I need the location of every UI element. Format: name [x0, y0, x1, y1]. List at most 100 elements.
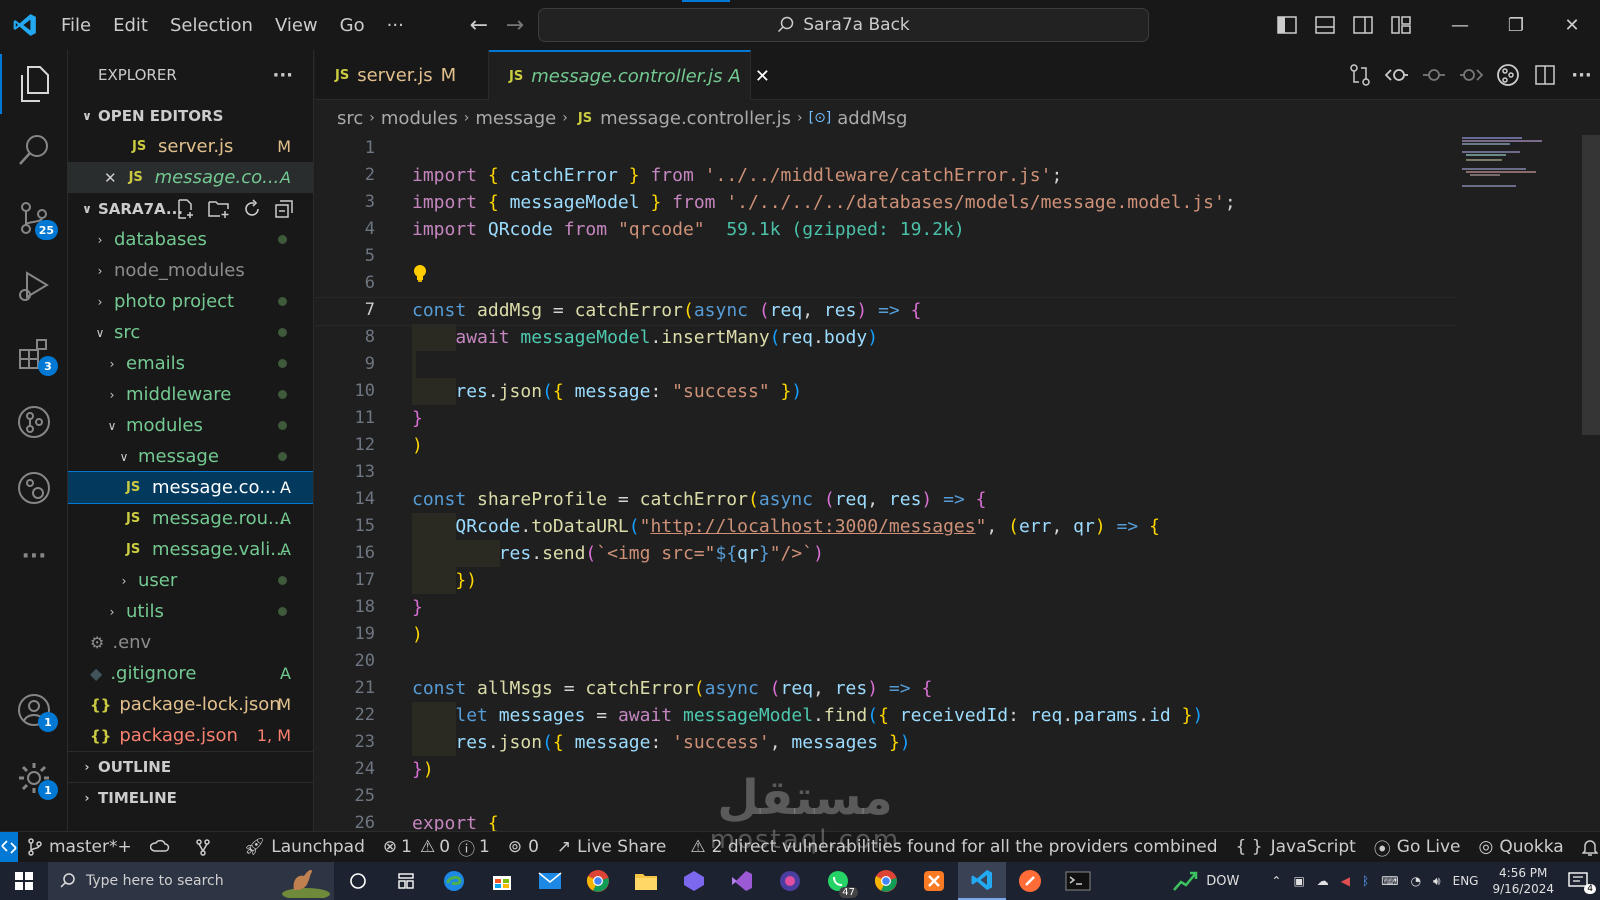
close-window-button[interactable]: ✕ [1544, 0, 1600, 50]
tab-message-controller[interactable]: JS message.controller.js A ✕ [489, 50, 770, 100]
next-revision-icon[interactable] [1452, 50, 1489, 100]
explorer-more-button[interactable]: ··· [272, 65, 293, 86]
commit-icon[interactable] [1415, 50, 1452, 100]
windows-start-icon[interactable] [0, 862, 48, 900]
tree-folder-utils[interactable]: › utils [68, 596, 313, 627]
tree-folder-message[interactable]: ∨ message [68, 441, 313, 472]
settings-gear-icon[interactable]: 1 [0, 748, 68, 808]
microsoft-store-icon[interactable] [478, 862, 526, 900]
toggle-secondary-sidebar-icon[interactable] [1344, 0, 1382, 50]
tab-server-js[interactable]: JS server.js M [315, 50, 489, 100]
app-purple-icon[interactable] [670, 862, 718, 900]
breadcrumb-item[interactable]: message.controller.js [600, 108, 791, 129]
menu-view[interactable]: View [264, 0, 329, 50]
back-arrow-icon[interactable]: ← [461, 13, 497, 38]
wifi-icon[interactable]: ◔ [1405, 874, 1427, 888]
tree-file-message-controller[interactable]: JS message.co... A [68, 471, 313, 504]
open-changes-icon[interactable] [1341, 50, 1378, 100]
gitlens-icon[interactable] [0, 392, 68, 452]
language-mode[interactable]: { } JavaScript [1227, 837, 1365, 857]
toggle-primary-sidebar-icon[interactable] [1268, 0, 1306, 50]
more-views-icon[interactable]: ··· [0, 526, 68, 586]
vulnerabilities-status[interactable]: ⚠ 2 direct vulnerabilities found for all… [681, 837, 1226, 857]
editor-more-actions-icon[interactable]: ··· [1563, 50, 1600, 100]
volume-mute-icon[interactable]: ◀ [1335, 874, 1356, 888]
whatsapp-icon[interactable]: 47 [814, 862, 862, 900]
minimize-button[interactable]: — [1432, 0, 1488, 50]
open-editor-item[interactable]: JS server.js M [68, 131, 313, 162]
git-graph-icon[interactable] [185, 838, 227, 856]
vscode-taskbar-icon[interactable] [958, 862, 1006, 900]
tree-folder-photo-project[interactable]: › photo project [68, 286, 313, 317]
app-visual-studio-icon[interactable] [718, 862, 766, 900]
menu-go[interactable]: Go [329, 0, 376, 50]
restore-button[interactable]: ❐ [1488, 0, 1544, 50]
menu-file[interactable]: File [50, 0, 102, 50]
run-debug-icon[interactable] [0, 256, 68, 316]
code-editor[interactable]: 1 2 3 4 5 6 7 8 9 10 11 12 13 14 15 16 1… [315, 135, 1600, 831]
breadcrumb-item[interactable]: src [337, 108, 363, 129]
source-control-icon[interactable]: 25 [0, 188, 68, 248]
ime-icon[interactable]: ⌨ [1375, 874, 1404, 888]
open-editors-section[interactable]: ∨ OPEN EDITORS [68, 100, 313, 131]
close-tab-icon[interactable]: ✕ [755, 66, 770, 87]
explorer-icon[interactable] [0, 54, 68, 114]
accounts-icon[interactable]: 1 [0, 680, 68, 740]
extensions-icon[interactable]: 3 [0, 324, 68, 384]
previous-revision-icon[interactable] [1378, 50, 1415, 100]
minimap[interactable] [1458, 135, 1558, 195]
tree-file-message-routes[interactable]: JS message.rou... A [68, 503, 313, 534]
tree-folder-src[interactable]: ∨ src [68, 317, 313, 348]
menu-selection[interactable]: Selection [159, 0, 264, 50]
postman-icon[interactable] [1006, 862, 1054, 900]
tree-file-message-validation[interactable]: JS message.vali... A [68, 534, 313, 565]
gitlens-inspect-icon[interactable] [0, 458, 68, 518]
menu-edit[interactable]: Edit [102, 0, 159, 50]
breadcrumb-item[interactable]: addMsg [837, 108, 907, 129]
tree-file-env[interactable]: ⚙ .env [68, 627, 313, 658]
task-view-icon[interactable] [334, 862, 382, 900]
tree-folder-modules[interactable]: ∨ modules [68, 410, 313, 441]
toggle-panel-icon[interactable] [1306, 0, 1344, 50]
xampp-icon[interactable] [910, 862, 958, 900]
terminal-icon[interactable] [1054, 862, 1102, 900]
problems-status[interactable]: ⊗ 1 ⚠ 0 ⓘ 1 [374, 835, 499, 860]
notification-center-icon[interactable]: 4 [1562, 872, 1600, 894]
tree-file-package-json[interactable]: {} package.json 1, M [68, 720, 313, 751]
tree-folder-node-modules[interactable]: › node_modules [68, 255, 313, 286]
tree-file-gitignore[interactable]: ◆ .gitignore A [68, 658, 313, 689]
git-branch-status[interactable]: master*+ [18, 837, 141, 857]
tree-file-package-lock[interactable]: {} package-lock.json M [68, 689, 313, 720]
remote-indicator[interactable] [0, 831, 18, 863]
customize-layout-icon[interactable] [1382, 0, 1420, 50]
stock-widget[interactable]: DOW [1166, 870, 1245, 892]
breadcrumb-item[interactable]: modules [381, 108, 458, 129]
tree-folder-emails[interactable]: › emails [68, 348, 313, 379]
clock[interactable]: 4:56 PM 9/16/2024 [1484, 865, 1562, 897]
notifications-bell-icon[interactable] [1573, 838, 1600, 856]
outline-section[interactable]: › OUTLINE [68, 751, 313, 782]
refresh-icon[interactable] [242, 198, 262, 219]
ports-status[interactable]: ⊚ 0 [499, 837, 548, 857]
app-gradient-icon[interactable] [766, 862, 814, 900]
tree-folder-middleware[interactable]: › middleware [68, 379, 313, 410]
meet-icon[interactable]: ▣ [1287, 874, 1310, 888]
language-indicator[interactable]: ENG [1447, 874, 1485, 888]
chevron-up-icon[interactable]: ⌃ [1265, 874, 1287, 888]
command-center-search[interactable]: Sara7a Back [538, 8, 1149, 42]
open-editor-item[interactable]: ✕ JS message.co... A [68, 162, 313, 193]
onedrive-icon[interactable]: ☁ [1311, 874, 1335, 888]
edge-browser-icon[interactable] [430, 862, 478, 900]
chrome-icon[interactable] [574, 862, 622, 900]
menu-more[interactable]: ··· [376, 0, 415, 50]
vertical-scrollbar[interactable] [1582, 135, 1600, 435]
forward-arrow-icon[interactable]: → [497, 13, 533, 38]
tree-folder-user[interactable]: › user [68, 565, 313, 596]
mail-icon[interactable] [526, 862, 574, 900]
quokka-status[interactable]: ◎ Quokka [1470, 837, 1573, 857]
timeline-section[interactable]: › TIMELINE [68, 782, 313, 813]
speaker-icon[interactable]: 🔊︎ [1427, 874, 1447, 889]
go-live-button[interactable]: ⦿ Go Live [1365, 835, 1470, 860]
new-folder-icon[interactable] [208, 199, 230, 219]
chrome-profile-icon[interactable] [862, 862, 910, 900]
